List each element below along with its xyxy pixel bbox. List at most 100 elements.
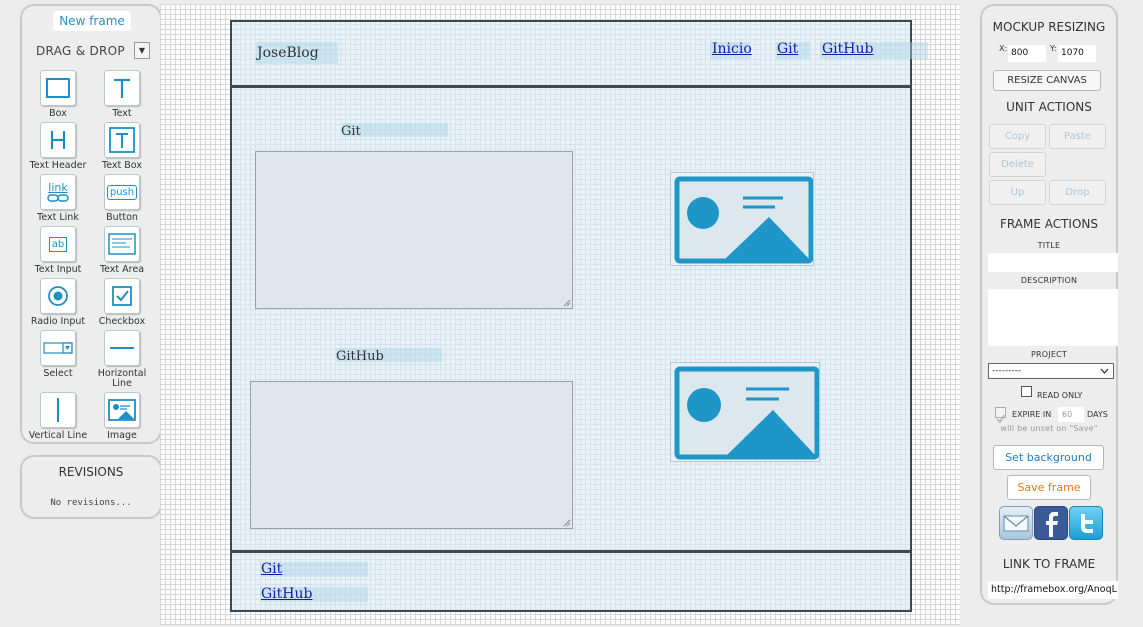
project-label: PROJECT bbox=[1031, 350, 1067, 359]
text-box-icon bbox=[104, 122, 140, 158]
expire-in-label: EXPIRE IN bbox=[1012, 410, 1052, 419]
footer-box[interactable]: Git GitHub bbox=[230, 551, 912, 612]
delete-button[interactable]: Delete bbox=[989, 152, 1046, 177]
unit-actions-title: UNIT ACTIONS bbox=[1006, 100, 1092, 114]
save-frame-button[interactable]: Save frame bbox=[1007, 475, 1091, 500]
copy-button[interactable]: Copy bbox=[989, 124, 1046, 149]
tool-text-box[interactable]: Text Box bbox=[89, 122, 155, 171]
nav-link-git[interactable]: Git bbox=[777, 41, 798, 57]
facebook-share-icon[interactable] bbox=[1034, 506, 1068, 540]
tool-label: Horizontal Line bbox=[97, 368, 147, 389]
github-text-area[interactable] bbox=[250, 381, 573, 529]
tool-label: Vertical Line bbox=[28, 430, 88, 441]
chevron-down-icon bbox=[1100, 368, 1109, 374]
text-input-icon: ab bbox=[40, 226, 76, 262]
tool-text-input[interactable]: ab Text Input bbox=[25, 226, 91, 275]
tool-label: Checkbox bbox=[98, 316, 146, 327]
drag-drop-label: DRAG & DROP bbox=[36, 44, 125, 58]
tool-radio-input[interactable]: Radio Input bbox=[25, 278, 91, 327]
paste-button[interactable]: Paste bbox=[1049, 124, 1106, 149]
twitter-share-icon[interactable] bbox=[1069, 506, 1103, 540]
expire-days-input[interactable]: 60 bbox=[1058, 407, 1084, 422]
text-icon bbox=[104, 70, 140, 106]
footer-link-github[interactable]: GitHub bbox=[261, 586, 312, 602]
tool-label: Box bbox=[49, 108, 67, 119]
up-button[interactable]: Up bbox=[989, 180, 1046, 205]
resize-grip-icon[interactable] bbox=[563, 299, 571, 307]
title-input[interactable] bbox=[988, 253, 1118, 272]
revisions-empty-text: No revisions... bbox=[50, 498, 132, 508]
description-textarea[interactable] bbox=[988, 289, 1118, 346]
width-input[interactable]: 800 bbox=[1008, 45, 1046, 62]
section-heading-github[interactable]: GitHub bbox=[336, 349, 384, 364]
tool-checkbox[interactable]: Checkbox bbox=[89, 278, 155, 327]
tool-text-link[interactable]: link Text Link bbox=[25, 174, 91, 223]
radio-icon bbox=[40, 278, 76, 314]
tool-label: Text Header bbox=[29, 160, 87, 171]
check-icon bbox=[996, 414, 1005, 424]
section-heading-git[interactable]: Git bbox=[341, 124, 361, 139]
link-icon-text: link bbox=[48, 180, 68, 194]
tool-label: Text Box bbox=[102, 160, 142, 171]
tool-label: Image bbox=[107, 430, 137, 441]
revisions-title: REVISIONS bbox=[58, 465, 124, 479]
tool-image[interactable]: Image bbox=[89, 392, 155, 441]
box-icon bbox=[40, 70, 76, 106]
frame-link-input[interactable]: http://framebox.org/AnoqL bbox=[988, 581, 1118, 599]
height-input[interactable]: 1070 bbox=[1058, 45, 1096, 62]
tool-text[interactable]: Text bbox=[89, 70, 155, 119]
resize-canvas-button[interactable]: RESIZE CANVAS bbox=[993, 70, 1101, 91]
tool-horizontal-line[interactable]: Horizontal Line bbox=[89, 330, 155, 389]
text-area-icon bbox=[104, 226, 140, 262]
tool-vertical-line[interactable]: Vertical Line bbox=[25, 392, 91, 441]
ab-icon-text: ab bbox=[48, 236, 68, 252]
expire-checkbox[interactable] bbox=[995, 407, 1006, 424]
nav-link-github[interactable]: GitHub bbox=[822, 41, 873, 57]
tool-select[interactable]: Select bbox=[25, 330, 91, 379]
days-label: DAYS bbox=[1087, 410, 1108, 419]
footer-link-git[interactable]: Git bbox=[261, 561, 282, 577]
push-icon-text: push bbox=[106, 184, 138, 200]
checkbox-icon bbox=[104, 278, 140, 314]
horizontal-line-icon bbox=[104, 330, 140, 366]
chevron-down-icon[interactable]: ▼ bbox=[134, 42, 150, 59]
tool-text-area[interactable]: Text Area bbox=[89, 226, 155, 275]
github-image-placeholder[interactable] bbox=[670, 362, 820, 462]
y-label: Y: bbox=[1050, 44, 1057, 53]
text-header-icon bbox=[40, 122, 76, 158]
button-icon: push bbox=[104, 174, 140, 210]
tool-label: Button bbox=[106, 212, 138, 223]
resize-grip-icon[interactable] bbox=[563, 519, 571, 527]
nav-link-inicio[interactable]: Inicio bbox=[712, 41, 752, 57]
email-share-icon[interactable] bbox=[999, 506, 1033, 540]
image-placeholder-icon bbox=[674, 366, 820, 460]
tool-button[interactable]: push Button bbox=[89, 174, 155, 223]
new-frame-button[interactable]: New frame bbox=[53, 11, 131, 31]
tools-panel: New frame DRAG & DROP ▼ Box Text Text He… bbox=[20, 4, 162, 444]
read-only-checkbox[interactable] bbox=[1021, 386, 1032, 397]
select-icon bbox=[40, 330, 76, 366]
content-box[interactable]: Git GitHub bbox=[230, 86, 912, 552]
mockup-canvas[interactable]: JoseBlog Inicio Git GitHub Git GitHub Gi… bbox=[160, 4, 960, 625]
x-label: X: bbox=[999, 44, 1008, 53]
title-label: TITLE bbox=[1037, 241, 1061, 250]
vertical-line-icon bbox=[40, 392, 76, 428]
revisions-panel: REVISIONS No revisions... bbox=[20, 455, 162, 519]
tool-box[interactable]: Box bbox=[25, 70, 91, 119]
description-label: DESCRIPTION bbox=[1020, 276, 1078, 285]
tool-label: Text bbox=[112, 108, 132, 119]
tool-label: Text Area bbox=[99, 264, 145, 275]
project-select[interactable]: --------- bbox=[988, 363, 1114, 379]
image-icon bbox=[104, 392, 140, 428]
actions-panel: MOCKUP RESIZING X: 800 Y: 1070 RESIZE CA… bbox=[980, 4, 1118, 605]
tool-label: Text Link bbox=[37, 212, 79, 223]
set-background-button[interactable]: Set background bbox=[993, 445, 1104, 470]
project-select-value: --------- bbox=[992, 366, 1022, 376]
drop-button[interactable]: Drop bbox=[1049, 180, 1106, 205]
read-only-label: READ ONLY bbox=[1037, 391, 1083, 400]
brand-title[interactable]: JoseBlog bbox=[257, 45, 319, 61]
header-box[interactable]: JoseBlog Inicio Git GitHub bbox=[230, 20, 928, 87]
tool-text-header[interactable]: Text Header bbox=[25, 122, 91, 171]
git-text-area[interactable] bbox=[255, 151, 573, 309]
git-image-placeholder[interactable] bbox=[670, 172, 814, 266]
